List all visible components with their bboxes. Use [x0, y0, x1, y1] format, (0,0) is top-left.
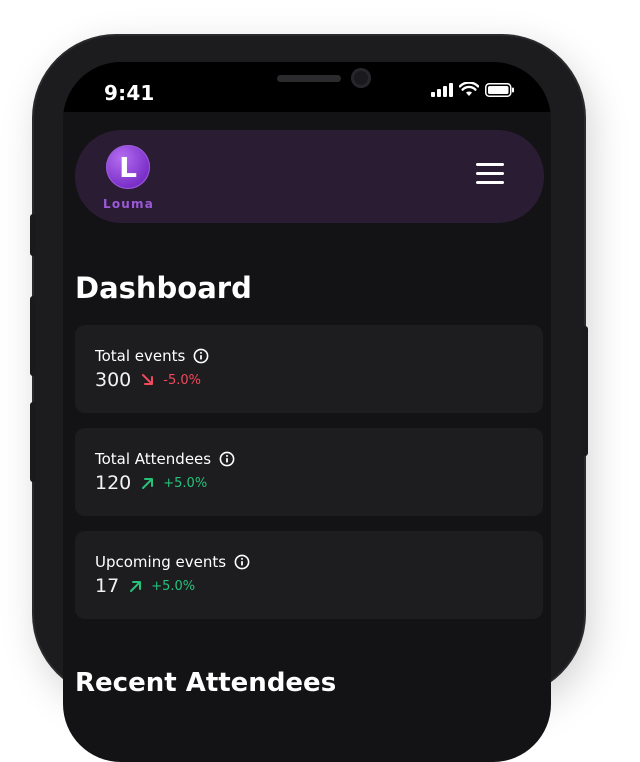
stat-card-value: 120: [95, 472, 132, 494]
speaker-grille: [277, 75, 341, 82]
status-icons: [431, 82, 515, 97]
status-bar: 9:41: [63, 62, 551, 112]
logo-letter: L: [119, 151, 137, 184]
stat-card-label: Total Attendees: [95, 450, 235, 468]
stat-card-value-row: 300 -5.0%: [95, 369, 201, 391]
front-camera: [351, 68, 371, 88]
page-title: Dashboard: [75, 271, 252, 305]
info-icon[interactable]: [193, 348, 209, 364]
section-heading-recent-attendees: Recent Attendees: [75, 668, 337, 698]
logo[interactable]: L: [106, 145, 150, 189]
wifi-icon: [459, 82, 479, 96]
stat-card-total-events[interactable]: Total events 300 -5.0%: [75, 325, 543, 413]
stat-card-label: Total events: [95, 347, 209, 365]
status-time: 9:41: [104, 81, 155, 105]
side-button-volume-up: [30, 296, 36, 376]
stat-card-label-text: Upcoming events: [95, 553, 227, 571]
stat-card-change: +5.0%: [163, 475, 208, 491]
side-button-mute: [30, 214, 36, 256]
info-icon[interactable]: [219, 451, 235, 467]
hamburger-menu-icon[interactable]: [473, 160, 509, 190]
stat-card-value-row: 17 +5.0%: [95, 575, 195, 597]
cellular-signal-icon: [431, 82, 453, 97]
phone-frame: 9:41 L Louma Dashboard Total events 300 …: [30, 36, 588, 762]
stat-card-value: 17: [95, 575, 120, 597]
stat-card-value-row: 120 +5.0%: [95, 472, 207, 494]
stat-card-upcoming-events[interactable]: Upcoming events 17 +5.0%: [75, 531, 543, 619]
arrow-up-right-icon: [129, 579, 143, 593]
side-button-volume-down: [30, 402, 36, 482]
logo-wordmark: Louma: [103, 197, 155, 211]
battery-icon: [485, 82, 514, 97]
stat-card-change: +5.0%: [151, 578, 196, 594]
screen: 9:41 L Louma Dashboard Total events 300 …: [63, 62, 551, 762]
notch: [175, 62, 443, 103]
stat-card-value: 300: [95, 369, 132, 391]
stat-card-label-text: Total Attendees: [95, 450, 212, 468]
arrow-down-right-icon: [141, 373, 155, 387]
stat-card-total-attendees[interactable]: Total Attendees 120 +5.0%: [75, 428, 543, 516]
side-button-power: [582, 326, 588, 456]
arrow-up-right-icon: [141, 476, 155, 490]
stat-card-label-text: Total events: [95, 347, 186, 365]
info-icon[interactable]: [234, 554, 250, 570]
stat-card-label: Upcoming events: [95, 553, 250, 571]
stat-card-change: -5.0%: [163, 372, 201, 388]
top-navbar: L Louma: [75, 130, 544, 223]
